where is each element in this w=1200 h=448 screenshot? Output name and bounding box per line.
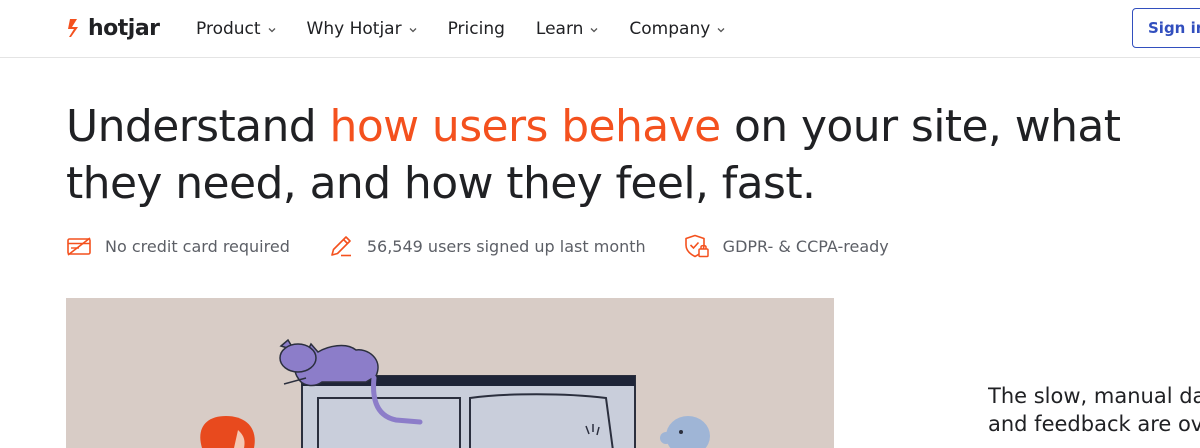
site-header: hotjar Product Why Hotjar Pricing Learn …: [0, 0, 1200, 58]
nav-item-product[interactable]: Product: [196, 19, 276, 39]
credit-card-off-icon: [67, 237, 91, 256]
headline-text-start: Understand: [66, 101, 330, 152]
illustration-artwork: [200, 338, 710, 448]
browser-window-shape: [301, 375, 636, 448]
nav-item-label: Learn: [535, 19, 584, 39]
chevron-down-icon: [590, 28, 598, 33]
nav-item-learn[interactable]: Learn: [536, 19, 599, 39]
nav-item-label: Pricing: [447, 19, 505, 39]
side-description: The slow, manual da and feedback are ov: [988, 382, 1200, 438]
trust-badges: No credit card required 56,549 users sig…: [66, 232, 927, 260]
hotjar-logo[interactable]: hotjar: [66, 14, 160, 42]
person-right-illustration: [660, 416, 710, 448]
hero-illustration: [66, 298, 834, 448]
badge-label: 56,549 users signed up last month: [366, 236, 646, 256]
chevron-down-icon: [717, 28, 725, 33]
headline-accent-text: how users behave: [329, 101, 722, 152]
nav-item-pricing[interactable]: Pricing: [448, 19, 505, 39]
shield-lock-icon: [684, 234, 709, 258]
logo-wordmark: hotjar: [88, 15, 160, 41]
side-description-line-2: and feedback are ov: [988, 412, 1200, 436]
chevron-down-icon: [409, 28, 417, 33]
badge-label: GDPR- & CCPA-ready: [722, 236, 889, 256]
nav-item-label: Product: [196, 19, 261, 39]
nav-item-why-hotjar[interactable]: Why Hotjar: [307, 19, 417, 39]
pencil-icon: [331, 236, 351, 257]
badge-no-credit-card: No credit card required: [66, 233, 290, 259]
nav-item-label: Company: [629, 19, 711, 39]
hero-headline: Understand how users behave on your site…: [66, 98, 1176, 212]
chevron-down-icon: [268, 28, 276, 33]
badge-label: No credit card required: [105, 236, 290, 256]
badge-gdpr: GDPR- & CCPA-ready: [684, 233, 889, 259]
nav-item-company[interactable]: Company: [629, 19, 725, 39]
sign-in-button[interactable]: Sign in: [1132, 8, 1200, 48]
main-nav: Product Why Hotjar Pricing Learn Company: [196, 18, 756, 40]
nav-item-label: Why Hotjar: [306, 19, 402, 39]
hotjar-logo-icon: [68, 19, 78, 37]
person-left-illustration: [200, 416, 255, 448]
side-description-line-1: The slow, manual da: [988, 384, 1200, 408]
badge-signups: 56,549 users signed up last month: [328, 233, 646, 259]
